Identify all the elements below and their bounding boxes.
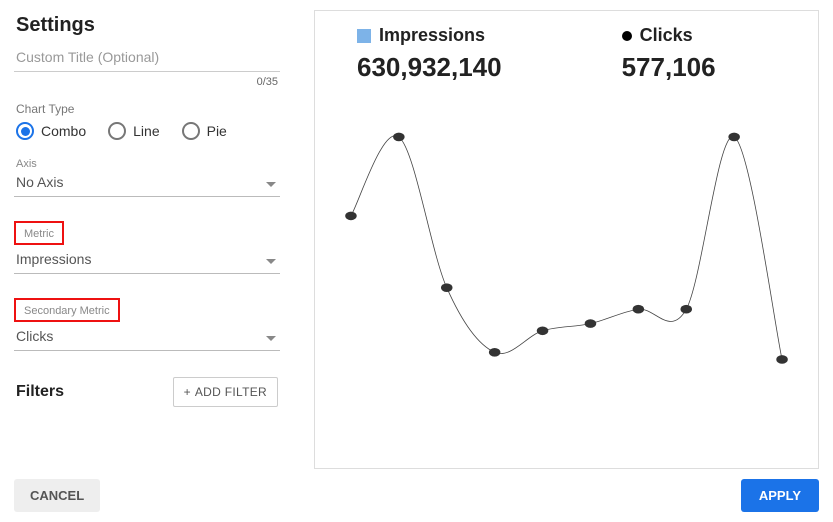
data-point xyxy=(633,305,644,314)
data-point xyxy=(728,133,739,142)
chart-card: Impressions 630,932,140 Clicks 577,106 xyxy=(314,10,819,469)
data-point xyxy=(489,348,500,357)
radio-icon xyxy=(16,122,34,140)
radio-icon xyxy=(182,122,200,140)
metric-label-highlight: Metric xyxy=(14,221,64,245)
data-point xyxy=(393,133,404,142)
clicks-total: 577,106 xyxy=(622,52,716,83)
chart-type-pie[interactable]: Pie xyxy=(182,122,227,140)
radio-icon xyxy=(108,122,126,140)
legend-clicks: Clicks xyxy=(622,25,693,46)
radio-label: Combo xyxy=(41,123,86,139)
metric-select[interactable]: Impressions xyxy=(14,247,280,274)
dialog-footer: CANCEL APPLY xyxy=(14,469,819,512)
chevron-down-icon xyxy=(266,259,276,264)
legend-impressions-label: Impressions xyxy=(379,25,485,46)
legend-clicks-label: Clicks xyxy=(640,25,693,46)
data-point xyxy=(585,319,596,328)
chart-area xyxy=(327,101,806,460)
data-point xyxy=(776,355,787,364)
axis-select[interactable]: No Axis xyxy=(14,170,280,197)
secondary-metric-label-highlight: Secondary Metric xyxy=(14,298,120,322)
cancel-button[interactable]: CANCEL xyxy=(14,479,100,512)
data-point xyxy=(681,305,692,314)
chevron-down-icon xyxy=(266,182,276,187)
chart-type-group: Combo Line Pie xyxy=(14,122,280,144)
legend-impressions: Impressions xyxy=(357,25,485,46)
filters-title: Filters xyxy=(16,383,64,401)
add-filter-label: ADD FILTER xyxy=(195,385,267,399)
plus-icon: + xyxy=(184,385,191,399)
chart-type-line[interactable]: Line xyxy=(108,122,159,140)
apply-button[interactable]: APPLY xyxy=(741,479,819,512)
radio-label: Line xyxy=(133,123,159,139)
custom-title-counter: 0/35 xyxy=(14,72,280,88)
secondary-metric-label: Secondary Metric xyxy=(22,305,112,317)
settings-scroll[interactable]: Custom Title (Optional) 0/35 Chart Type … xyxy=(14,47,294,469)
chart-type-combo[interactable]: Combo xyxy=(16,122,86,140)
settings-panel: Settings Custom Title (Optional) 0/35 Ch… xyxy=(14,10,294,469)
custom-title-input[interactable]: Custom Title (Optional) xyxy=(14,47,280,72)
page-title: Settings xyxy=(14,10,294,47)
add-filter-button[interactable]: + ADD FILTER xyxy=(173,377,278,407)
impressions-total: 630,932,140 xyxy=(357,52,502,83)
chart-legend: Impressions 630,932,140 Clicks 577,106 xyxy=(327,25,806,83)
metric-label: Metric xyxy=(22,228,56,240)
axis-label: Axis xyxy=(14,158,280,170)
dot-swatch-icon xyxy=(622,31,632,41)
data-point xyxy=(537,326,548,335)
secondary-metric-select[interactable]: Clicks xyxy=(14,324,280,351)
radio-label: Pie xyxy=(207,123,227,139)
data-point xyxy=(441,283,452,292)
chart-type-label: Chart Type xyxy=(16,102,280,116)
bar-swatch-icon xyxy=(357,29,371,43)
data-point xyxy=(345,212,356,221)
chevron-down-icon xyxy=(266,336,276,341)
clicks-line xyxy=(351,136,782,360)
